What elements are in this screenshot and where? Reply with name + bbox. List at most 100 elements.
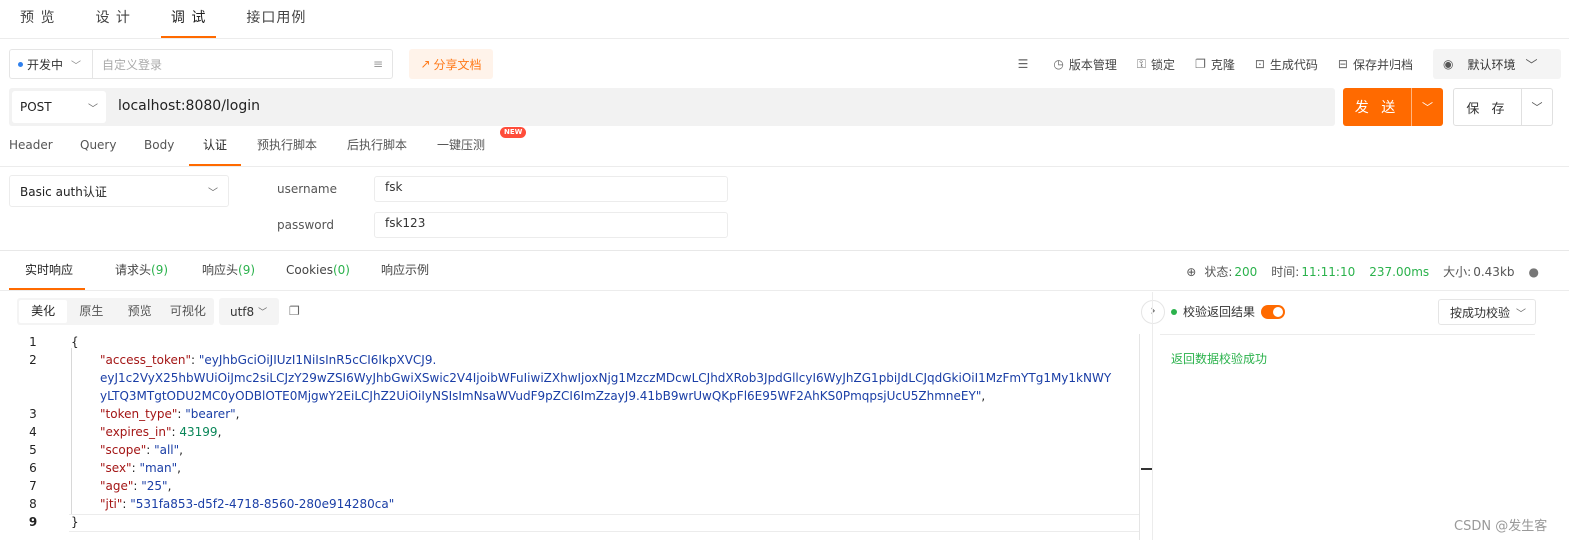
view-pretty[interactable]: 美化	[19, 300, 68, 323]
environment-select[interactable]: ◉ 默认环境 ﹀	[1433, 49, 1561, 79]
time-label: 时间:	[1271, 265, 1300, 279]
json-key: "age"	[100, 479, 134, 493]
tab-cookies[interactable]: Cookies(0)	[286, 251, 350, 290]
tab-request-headers[interactable]: 请求头(9)	[115, 251, 168, 290]
tab-preview[interactable]: 预 览	[0, 0, 75, 38]
active-tab-underline	[9, 288, 86, 290]
json-key: "scope"	[100, 443, 147, 457]
tab-auth-label: 认证	[203, 138, 228, 152]
tab-header[interactable]: Header	[9, 130, 53, 166]
tab-stress-test[interactable]: 一键压测	[437, 130, 485, 166]
status-bar: ⊕ 状态: 200 时间: 11:11:10 237.00ms 大小: 0.43…	[1186, 263, 1539, 280]
code-line-wrap: eyJ1c2VyX25hbWUiOiJmc2siLCJzY29wZSI6WyJh…	[100, 371, 1112, 385]
line-number: 5	[29, 443, 37, 457]
json-string: "eyJhbGciOiJIUzI1NiIsInR5cCI6IkpXVCJ9.	[198, 353, 437, 367]
current-line-highlight	[69, 514, 1140, 532]
clock-icon: ◷	[1053, 57, 1064, 71]
save-button[interactable]: 保 存 ﹀	[1453, 88, 1553, 126]
code-line: "token_type": "bearer",	[100, 407, 240, 421]
status-label: 状态:	[1204, 265, 1233, 279]
tab-debug[interactable]: 调 试	[151, 0, 226, 38]
tab-body[interactable]: Body	[144, 130, 174, 166]
tab-cookies-label: Cookies	[286, 263, 333, 277]
json-number: 43199	[179, 425, 218, 439]
env-row: 开发中 ﹀ 自定义登录 ≡ ↗ 分享文档 ☰ ◷ 版本管理 ⚿ 锁定 ❐ 克隆 ⊡ 生成…	[9, 49, 1561, 79]
code-line: "jti": "531fa853-d5f2-4718-8560-280e9142…	[100, 497, 395, 511]
auth-type-select[interactable]: Basic auth认证 ﹀	[9, 175, 229, 207]
save-archive-button[interactable]: ⊟ 保存并归档	[1338, 56, 1413, 73]
response-headers-count: (9)	[238, 263, 256, 277]
code-line: "sex": "man",	[100, 461, 181, 475]
line-number: 4	[29, 425, 37, 439]
custom-login-input[interactable]: 自定义登录 ≡	[92, 49, 393, 79]
view-visualize[interactable]: 可视化	[164, 300, 212, 323]
version-button[interactable]: ◷ 版本管理	[1053, 56, 1117, 73]
info-icon[interactable]: ●	[1529, 265, 1539, 279]
tab-design[interactable]: 设 计	[75, 0, 150, 38]
password-field[interactable]: fsk123	[374, 212, 728, 238]
validation-mode-select[interactable]: 按成功校验 ﹀	[1438, 299, 1536, 325]
response-duration: 237.00ms	[1369, 264, 1430, 279]
json-key: "expires_in"	[100, 425, 172, 439]
indent-guide	[71, 348, 72, 514]
gencode-button[interactable]: ⊡ 生成代码	[1255, 56, 1318, 73]
tab-realtime-response[interactable]: 实时响应	[9, 251, 86, 290]
json-key: "token_type"	[100, 407, 178, 421]
chevron-down-icon: ﹀	[1525, 57, 1538, 72]
method-select[interactable]: POST ﹀	[12, 91, 106, 123]
username-label: username	[277, 182, 337, 196]
line-number: 6	[29, 461, 37, 475]
validation-label: 校验返回结果	[1183, 305, 1256, 319]
chevron-down-icon: ﹀	[208, 187, 218, 199]
share-icon: ↗	[420, 57, 431, 71]
tab-response-headers[interactable]: 响应头(9)	[202, 251, 255, 290]
code-line-wrap: yLTQ3MTgtODU2MC0yODBlOTE0MjgwY2EiLCJhZ2U…	[100, 389, 986, 403]
url-input[interactable]: localhost:8080/login	[118, 98, 260, 114]
tab-query[interactable]: Query	[80, 130, 116, 166]
json-string: yLTQ3MTgtODU2MC0yODBlOTE0MjgwY2EiLCJhZ2U…	[100, 389, 982, 403]
tab-pre-script[interactable]: 预执行脚本	[257, 130, 317, 166]
clone-button[interactable]: ❐ 克隆	[1195, 56, 1235, 73]
code-line: "scope": "all",	[100, 443, 183, 457]
brace: {	[71, 335, 79, 349]
toolbar: ☰ ◷ 版本管理 ⚿ 锁定 ❐ 克隆 ⊡ 生成代码 ⊟ 保存并归档 ◉ 默认环境 ﹀	[998, 49, 1561, 79]
save-dropdown-icon[interactable]: ﹀	[1522, 99, 1552, 115]
save-label: 保 存	[1466, 101, 1509, 117]
tab-response-headers-label: 响应头	[202, 263, 239, 277]
line-number: 8	[29, 497, 37, 511]
code-line: "access_token": "eyJhbGciOiJIUzI1NiIsInR…	[100, 353, 437, 367]
send-dropdown-icon[interactable]: ﹀	[1412, 99, 1443, 115]
filter-icon[interactable]: ≡	[373, 57, 383, 71]
env-status-label: 开发中	[27, 57, 64, 72]
validation-switch[interactable]	[1261, 304, 1286, 319]
send-button[interactable]: 发 送 ﹀	[1343, 88, 1443, 126]
watermark: CSDN @发生客	[1454, 519, 1548, 534]
method-label: POST	[20, 100, 52, 114]
encoding-label: utf8	[230, 304, 255, 319]
json-string: "bearer"	[185, 407, 236, 421]
tab-post-script[interactable]: 后执行脚本	[347, 130, 407, 166]
line-number: 9	[28, 515, 38, 529]
tab-request-headers-label: 请求头	[115, 263, 152, 277]
tab-response-example[interactable]: 响应示例	[381, 251, 429, 290]
lock-button[interactable]: ⚿ 锁定	[1137, 56, 1175, 73]
tab-api-cases[interactable]: 接口用例	[226, 0, 326, 38]
list-toggle-button[interactable]: ☰	[1018, 57, 1034, 71]
list-icon: ☰	[1017, 57, 1029, 71]
code-line: }	[71, 515, 79, 529]
encoding-select[interactable]: utf8 ﹀	[219, 298, 279, 325]
chevron-down-icon: ﹀	[88, 103, 98, 115]
copy-icon[interactable]: ❐	[289, 304, 300, 318]
tab-auth[interactable]: 认证	[189, 130, 242, 166]
code-icon: ⊡	[1254, 57, 1265, 71]
chevron-down-icon: ﹀	[71, 60, 82, 72]
view-raw[interactable]: 原生	[67, 300, 115, 323]
collapse-panel-button[interactable]: ›	[1141, 300, 1165, 324]
environment-label: 默认环境	[1467, 57, 1516, 72]
view-preview[interactable]: 预览	[116, 300, 164, 323]
username-field[interactable]: fsk	[374, 176, 728, 202]
env-status-select[interactable]: 开发中 ﹀	[9, 49, 93, 79]
new-badge: NEW	[500, 127, 527, 138]
share-doc-button[interactable]: ↗ 分享文档	[409, 49, 493, 79]
code-scrollbar[interactable]	[1139, 334, 1153, 540]
